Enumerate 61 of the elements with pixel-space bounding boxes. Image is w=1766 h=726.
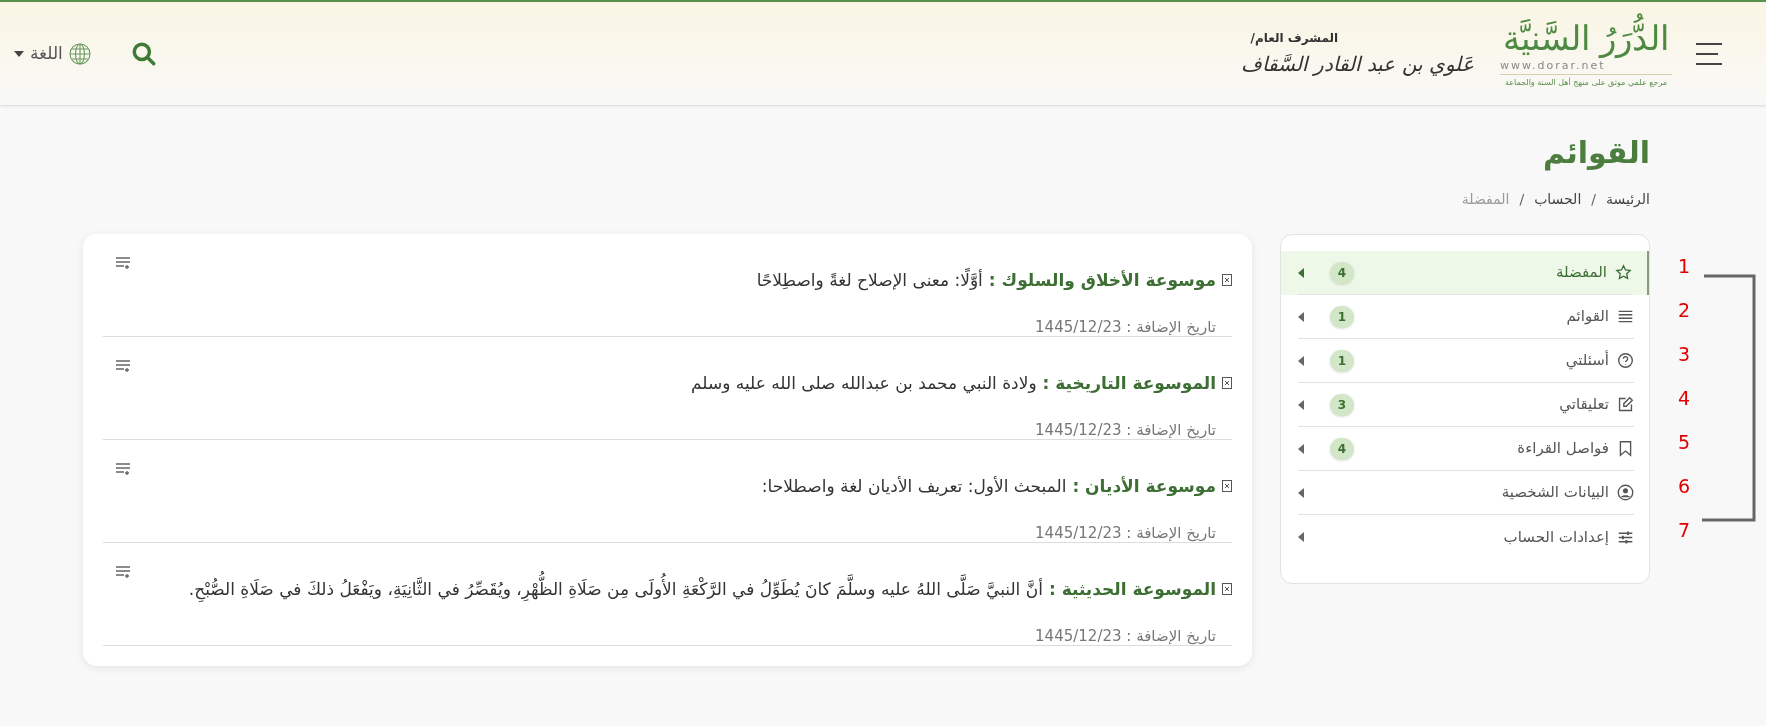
- caret-icon: [1298, 399, 1304, 410]
- sidebar-item[interactable]: إعدادات الحساب: [1281, 515, 1649, 559]
- count-badge: 1: [1330, 349, 1354, 372]
- question-icon: [1617, 352, 1634, 369]
- page-title: القوائم: [1541, 134, 1650, 173]
- breadcrumb-separator: /: [1591, 190, 1596, 209]
- star-icon: [1615, 264, 1632, 281]
- date-added: تاريخ الإضافة : 1445/12/23: [1034, 420, 1217, 441]
- annotation-number: 2: [1677, 298, 1691, 323]
- favorite-text: أنَّ النبيَّ صَلَّى اللهُ عليه وسلَّمَ كانَ يُطَوِّلُ في الرَّكْعَةِ الأُولَى مِن صَلَاةِ الظُّهْرِ، ويُقَصِّرُ في الثَّانِيَةِ، ويَفْعَلُ ذلكَ في صَلَاةِ الصُّبْحِ.: [188, 565, 1043, 613]
- caret-icon: [14, 50, 24, 57]
- supervisor-label: المشرف العام/: [1249, 29, 1339, 47]
- site-tagline: مرجع علمي موثق على منهج أهل السنة والجماعة: [1504, 77, 1668, 90]
- search-button[interactable]: [130, 40, 157, 67]
- favorite-text: المبحث الأول: تعريف الأديان لغة واصطلاحا:: [761, 475, 1067, 498]
- caret-icon: [1298, 443, 1304, 454]
- breadcrumb-separator: /: [1519, 190, 1525, 209]
- source-title[interactable]: موسوعة الأخلاق والسلوك :: [988, 270, 1216, 290]
- user-icon: [1617, 484, 1634, 501]
- breadcrumb-link[interactable]: الحساب: [1534, 189, 1582, 210]
- list-add-icon[interactable]: [115, 462, 131, 476]
- language-dropdown[interactable]: اللغة: [14, 40, 91, 67]
- site-url: www.dorar.net: [1500, 57, 1672, 76]
- count-badge: 3: [1330, 393, 1354, 416]
- bookmark-icon: [1617, 440, 1634, 457]
- list-icon: [1617, 308, 1634, 325]
- search-icon: [130, 40, 157, 67]
- annotation-number: 5: [1677, 430, 1691, 455]
- annotation-number: 3: [1677, 342, 1691, 367]
- source-title[interactable]: موسوعة الأديان :: [1072, 476, 1216, 496]
- annotation-number: 4: [1677, 386, 1691, 411]
- caret-icon: [1298, 267, 1304, 278]
- document-icon: [1222, 480, 1232, 492]
- globe-icon: [68, 42, 91, 65]
- count-badge: 4: [1330, 261, 1354, 284]
- list-add-icon[interactable]: [115, 359, 131, 373]
- caret-icon: [1298, 311, 1304, 322]
- annotation-number: 1: [1677, 254, 1691, 279]
- breadcrumb-link[interactable]: الرئيسة: [1606, 189, 1650, 210]
- annotation-number: 7: [1677, 518, 1691, 543]
- caret-icon: [1298, 487, 1304, 498]
- favorite-text: أوَّلًا: معنى الإصلاح لغةً واصطِلاحًا: [756, 267, 983, 293]
- source-title[interactable]: الموسوعة التاريخية :: [1042, 373, 1216, 393]
- supervisor-name: عَلوي بن عبد القادر السَّقاف: [1240, 50, 1474, 78]
- favorite-text: ولادة النبي محمد بن عبدالله صلى الله عليه وسلم: [691, 372, 1037, 396]
- date-added: تاريخ الإضافة : 1445/12/23: [1034, 317, 1217, 338]
- annotation-number: 6: [1677, 474, 1691, 499]
- count-badge: 4: [1330, 437, 1354, 460]
- sidebar-item[interactable]: البيانات الشخصية: [1281, 471, 1649, 515]
- count-badge: 1: [1330, 305, 1354, 328]
- date-added: تاريخ الإضافة : 1445/12/23: [1034, 523, 1217, 544]
- caret-icon: [1298, 355, 1304, 366]
- list-add-icon[interactable]: [115, 256, 131, 270]
- document-icon: [1222, 274, 1232, 286]
- caret-icon: [1298, 532, 1304, 542]
- document-icon: [1222, 583, 1232, 595]
- date-added: تاريخ الإضافة : 1445/12/23: [1034, 626, 1217, 647]
- document-icon: [1222, 377, 1232, 389]
- source-title[interactable]: الموسوعة الحديثية :: [1048, 579, 1216, 599]
- list-add-icon[interactable]: [115, 565, 131, 579]
- edit-icon: [1617, 396, 1634, 413]
